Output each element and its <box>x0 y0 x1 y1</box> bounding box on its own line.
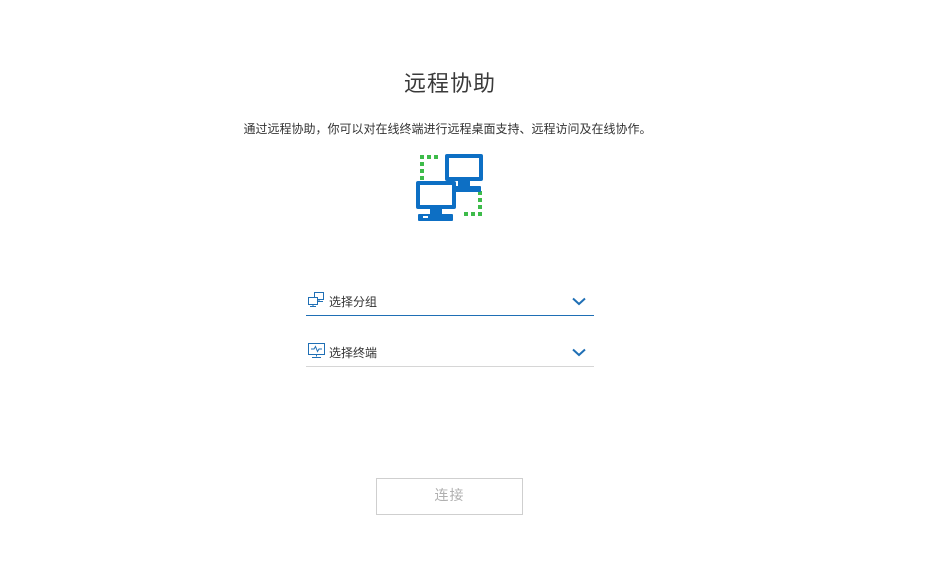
group-select[interactable]: 选择分组 <box>306 289 594 316</box>
monitor-icon <box>308 343 325 358</box>
connect-button[interactable]: 连接 <box>376 478 523 515</box>
page-description: 通过远程协助，你可以对在线终端进行远程桌面支持、远程访问及在线协作。 <box>243 122 652 136</box>
remote-computers-icon <box>416 154 483 221</box>
chevron-down-icon[interactable] <box>572 297 586 306</box>
group-select-label: 选择分组 <box>329 295 378 309</box>
chevron-down-icon[interactable] <box>572 348 586 357</box>
terminal-select-label: 选择终端 <box>329 346 378 360</box>
page-title: 远程协助 <box>403 72 496 97</box>
group-computers-icon <box>308 292 324 307</box>
terminal-select[interactable]: 选择终端 <box>306 340 594 367</box>
